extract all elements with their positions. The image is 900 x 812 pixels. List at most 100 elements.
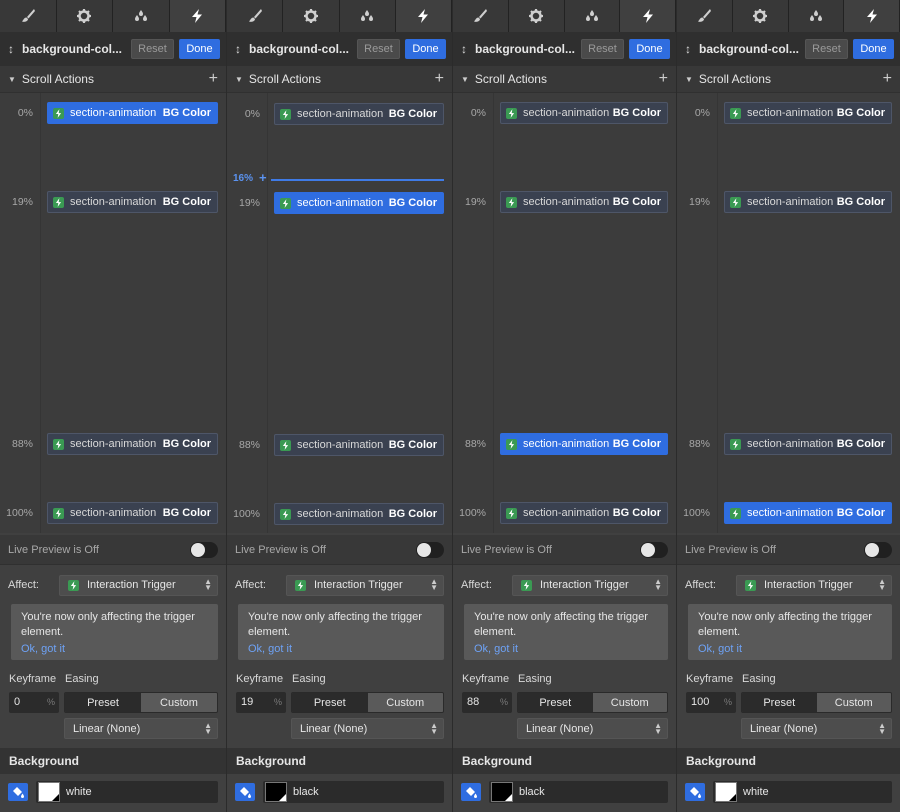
easing-select[interactable]: Linear (None) ▲ ▼ (517, 718, 668, 739)
reset-button[interactable]: Reset (131, 39, 174, 59)
keyframe-action-card[interactable]: section-animation BG Color (274, 434, 444, 456)
reset-button[interactable]: Reset (357, 39, 400, 59)
tab-settings[interactable] (56, 0, 113, 32)
scroll-actions-header[interactable]: ▼ Scroll Actions + (0, 66, 226, 93)
live-preview-toggle[interactable] (190, 541, 218, 558)
done-button[interactable]: Done (405, 39, 446, 59)
keyframe-action-card[interactable]: section-animation BG Color (724, 433, 892, 455)
affect-select[interactable]: Interaction Trigger ▲ ▼ (736, 574, 892, 596)
tab-settings[interactable] (732, 0, 789, 32)
scroll-timeline[interactable]: 0% section-animation BG Color 19% section-an… (677, 93, 900, 533)
collapse-caret-icon[interactable]: ▼ (235, 75, 243, 84)
dismiss-link[interactable]: Ok, got it (698, 643, 882, 655)
color-swatch[interactable] (491, 782, 513, 802)
tab-settings[interactable] (508, 0, 565, 32)
gear-icon (303, 9, 318, 23)
collapse-caret-icon[interactable]: ▼ (685, 75, 693, 84)
preset-button[interactable]: Preset (518, 693, 593, 712)
tab-style-manager[interactable] (788, 0, 845, 32)
dismiss-link[interactable]: Ok, got it (21, 643, 208, 655)
preset-button[interactable]: Preset (292, 693, 368, 712)
scroll-actions-header[interactable]: ▼ Scroll Actions + (677, 66, 900, 93)
keyframe-action-card[interactable]: section-animation BG Color (47, 502, 218, 524)
keyframe-action-card[interactable]: section-animation BG Color (724, 502, 892, 524)
tab-interactions[interactable] (169, 0, 226, 32)
keyframe-action-card[interactable]: section-animation BG Color (500, 433, 668, 455)
keyframe-action-card[interactable]: section-animation BG Color (724, 102, 892, 124)
keyframe-action-card[interactable]: section-animation BG Color (500, 191, 668, 213)
paint-bucket-icon[interactable] (8, 783, 28, 801)
affect-select[interactable]: Interaction Trigger ▲ ▼ (286, 574, 444, 596)
keyframe-action-card[interactable]: section-animation BG Color (47, 433, 218, 455)
collapse-caret-icon[interactable]: ▼ (461, 75, 469, 84)
keyframe-action-card[interactable]: section-animation BG Color (47, 191, 218, 213)
tab-style-manager[interactable] (339, 0, 396, 32)
tab-style-manager[interactable] (113, 0, 170, 32)
paint-bucket-icon[interactable] (235, 783, 255, 801)
keyframe-action-card[interactable]: section-animation BG Color (47, 102, 218, 124)
tab-settings[interactable] (283, 0, 340, 32)
custom-button[interactable]: Custom (816, 693, 891, 712)
easing-select[interactable]: Linear (None) ▲ ▼ (291, 718, 444, 739)
color-swatch[interactable] (265, 782, 287, 802)
tab-style[interactable] (677, 0, 733, 32)
easing-select[interactable]: Linear (None) ▲ ▼ (741, 718, 892, 739)
keyframe-input[interactable]: 19 % (236, 692, 286, 713)
tab-style[interactable] (453, 0, 509, 32)
keyframe-action-card[interactable]: section-animation BG Color (274, 192, 444, 214)
affect-row: Affect: Interaction Trigger ▲ ▼ (453, 572, 676, 598)
paint-bucket-icon[interactable] (461, 783, 481, 801)
done-button[interactable]: Done (179, 39, 220, 59)
tab-interactions[interactable] (844, 0, 900, 32)
done-button[interactable]: Done (629, 39, 670, 59)
color-field[interactable]: black (489, 781, 668, 803)
keyframe-value: 0 (14, 696, 21, 708)
custom-button[interactable]: Custom (367, 693, 443, 712)
keyframe-percent: 0% (694, 107, 710, 119)
keyframe-action-card[interactable]: section-animation BG Color (274, 103, 444, 125)
collapse-caret-icon[interactable]: ▼ (8, 75, 16, 84)
reset-button[interactable]: Reset (581, 39, 624, 59)
preset-button[interactable]: Preset (65, 693, 141, 712)
tab-interactions[interactable] (620, 0, 676, 32)
keyframe-action-card[interactable]: section-animation BG Color (724, 191, 892, 213)
add-action-icon[interactable]: + (435, 70, 444, 88)
keyframe-action-card[interactable]: section-animation BG Color (274, 503, 444, 525)
affect-select[interactable]: Interaction Trigger ▲ ▼ (59, 574, 218, 596)
tab-style-manager[interactable] (564, 0, 621, 32)
color-swatch[interactable] (38, 782, 60, 802)
add-action-icon[interactable]: + (659, 70, 668, 88)
keyframe-input[interactable]: 0 % (9, 692, 59, 713)
tab-style[interactable] (0, 0, 57, 32)
scroll-timeline[interactable]: 0% section-animation BG Color 19% section-an… (0, 93, 226, 533)
color-field[interactable]: white (713, 781, 892, 803)
color-field[interactable]: black (263, 781, 444, 803)
affect-select[interactable]: Interaction Trigger ▲ ▼ (512, 574, 668, 596)
color-field[interactable]: white (36, 781, 218, 803)
keyframe-action-card[interactable]: section-animation BG Color (500, 102, 668, 124)
scroll-actions-header[interactable]: ▼ Scroll Actions + (453, 66, 676, 93)
add-action-icon[interactable]: + (883, 70, 892, 88)
done-button[interactable]: Done (853, 39, 894, 59)
live-preview-toggle[interactable] (416, 541, 444, 558)
reset-button[interactable]: Reset (805, 39, 848, 59)
custom-button[interactable]: Custom (592, 693, 667, 712)
easing-select[interactable]: Linear (None) ▲ ▼ (64, 718, 218, 739)
keyframe-input[interactable]: 88 % (462, 692, 512, 713)
scroll-actions-header[interactable]: ▼ Scroll Actions + (227, 66, 452, 93)
tab-style[interactable] (227, 0, 284, 32)
paint-bucket-icon[interactable] (685, 783, 705, 801)
preset-button[interactable]: Preset (742, 693, 817, 712)
keyframe-input[interactable]: 100 % (686, 692, 736, 713)
custom-button[interactable]: Custom (141, 693, 217, 712)
dismiss-link[interactable]: Ok, got it (248, 643, 434, 655)
add-action-icon[interactable]: + (209, 70, 218, 88)
tab-interactions[interactable] (395, 0, 452, 32)
color-swatch[interactable] (715, 782, 737, 802)
scroll-timeline[interactable]: 0% section-animation BG Color 19% section-an… (453, 93, 676, 533)
keyframe-action-card[interactable]: section-animation BG Color (500, 502, 668, 524)
scroll-timeline[interactable]: 0% section-animation BG Color 19% section-an… (227, 93, 452, 533)
live-preview-toggle[interactable] (640, 541, 668, 558)
dismiss-link[interactable]: Ok, got it (474, 643, 658, 655)
live-preview-toggle[interactable] (864, 541, 892, 558)
